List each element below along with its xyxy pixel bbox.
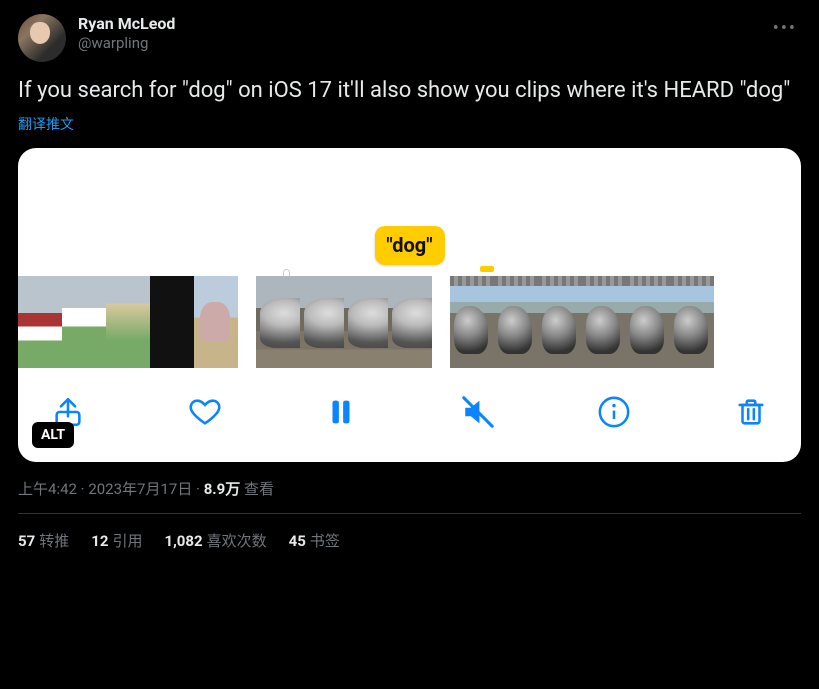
video-frame [582, 276, 626, 368]
bookmarks-count: 45 [289, 532, 306, 550]
video-frame [388, 276, 432, 368]
video-frame [494, 276, 538, 368]
media-content [18, 148, 801, 462]
clip-group[interactable] [18, 276, 238, 368]
alt-badge[interactable]: ALT [32, 422, 74, 448]
video-frame [18, 276, 62, 368]
bookmarks-label: 书签 [310, 532, 340, 550]
display-name: Ryan McLeod [78, 14, 175, 34]
translate-link[interactable]: 翻译推文 [18, 114, 801, 134]
speaker-muted-icon[interactable] [458, 392, 498, 432]
views-label: 查看 [240, 480, 274, 498]
quotes-stat[interactable]: 12引用 [91, 530, 142, 551]
media-card[interactable]: "dog" [18, 148, 801, 462]
tweet-text: If you search for "dog" on iOS 17 it'll … [18, 76, 801, 106]
clip-group[interactable] [256, 276, 432, 368]
caption-bubble: "dog" [374, 226, 444, 265]
quotes-count: 12 [91, 532, 108, 550]
video-frame [344, 276, 388, 368]
likes-label: 喜欢次数 [207, 532, 267, 550]
tweet-meta: 上午4:42 · 2023年7月17日 · 8.9万 查看 [18, 478, 801, 499]
handle: @warpling [78, 34, 175, 53]
tweet-stats: 57转推 12引用 1,082 喜欢次数 45书签 [18, 514, 801, 551]
quotes-label: 引用 [112, 532, 142, 550]
video-frame [62, 276, 106, 368]
trash-icon[interactable] [731, 392, 771, 432]
retweets-count: 57 [18, 532, 35, 550]
author-names[interactable]: Ryan McLeod @warpling [78, 14, 175, 53]
caption-marker [480, 266, 494, 272]
video-frame [256, 276, 300, 368]
tweet-time[interactable]: 上午4:42 [18, 480, 77, 498]
media-toolbar [18, 368, 801, 462]
info-icon[interactable] [594, 392, 634, 432]
clip-group[interactable] [450, 276, 714, 368]
video-frame [538, 276, 582, 368]
video-frame [670, 276, 714, 368]
avatar[interactable] [18, 14, 66, 62]
video-frame [626, 276, 670, 368]
retweets-label: 转推 [39, 532, 69, 550]
video-frame [300, 276, 344, 368]
tweet-header: Ryan McLeod @warpling ••• [18, 14, 801, 62]
more-menu-button[interactable]: ••• [769, 14, 801, 43]
video-frame [194, 276, 238, 368]
video-frame [450, 276, 494, 368]
meta-separator: · [77, 480, 88, 498]
video-frame [150, 276, 194, 368]
video-frame [106, 276, 150, 368]
pause-icon[interactable] [321, 392, 361, 432]
bookmarks-stat[interactable]: 45书签 [289, 530, 340, 551]
tweet-date[interactable]: 2023年7月17日 [88, 480, 192, 498]
retweets-stat[interactable]: 57转推 [18, 530, 69, 551]
tweet-container: Ryan McLeod @warpling ••• If you search … [0, 0, 819, 561]
likes-count: 1,082 [164, 532, 202, 550]
views-count: 8.9万 [204, 480, 241, 498]
heart-icon[interactable] [185, 392, 225, 432]
meta-separator: · [192, 480, 203, 498]
likes-stat[interactable]: 1,082 喜欢次数 [164, 530, 266, 551]
